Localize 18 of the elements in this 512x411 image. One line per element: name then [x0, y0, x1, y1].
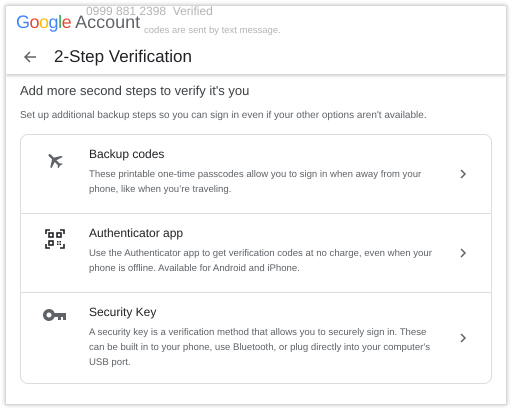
option-description: These printable one-time passcodes allow you to sign in when away from your phone, like when you’re traveling. — [89, 168, 422, 197]
option-description: Use the Authenticator app to get verification codes at no charge, even when your phone is offline. Available for Android and iPhone. — [89, 247, 433, 276]
qr-code-icon — [45, 229, 65, 249]
note-text: codes are sent by text message. — [144, 25, 281, 36]
page-title: 2-Step Verification — [54, 47, 192, 67]
section-description: Set up additional backup steps so you can sign in even if your other options aren't available. — [20, 110, 428, 121]
chevron-right-icon[interactable] — [458, 248, 466, 258]
section-heading: Add more second steps to verify it's you — [20, 83, 250, 98]
back-arrow-icon[interactable] — [22, 49, 38, 65]
option-title[interactable]: Security Key — [89, 305, 434, 319]
option-title[interactable]: Backup codes — [89, 147, 434, 161]
verified-status: Verified — [172, 6, 213, 18]
option-description: A security key is a verification method that allows you to securely sign in. These can be built in to your phone, use Bluetooth, or plug directly into your computer's USB port. — [89, 326, 432, 370]
brand-logo: Google — [16, 12, 72, 33]
chevron-right-icon[interactable] — [458, 168, 466, 178]
key-icon — [43, 308, 67, 322]
chevron-right-icon[interactable] — [458, 332, 466, 342]
option-title[interactable]: Authenticator app — [89, 226, 434, 240]
